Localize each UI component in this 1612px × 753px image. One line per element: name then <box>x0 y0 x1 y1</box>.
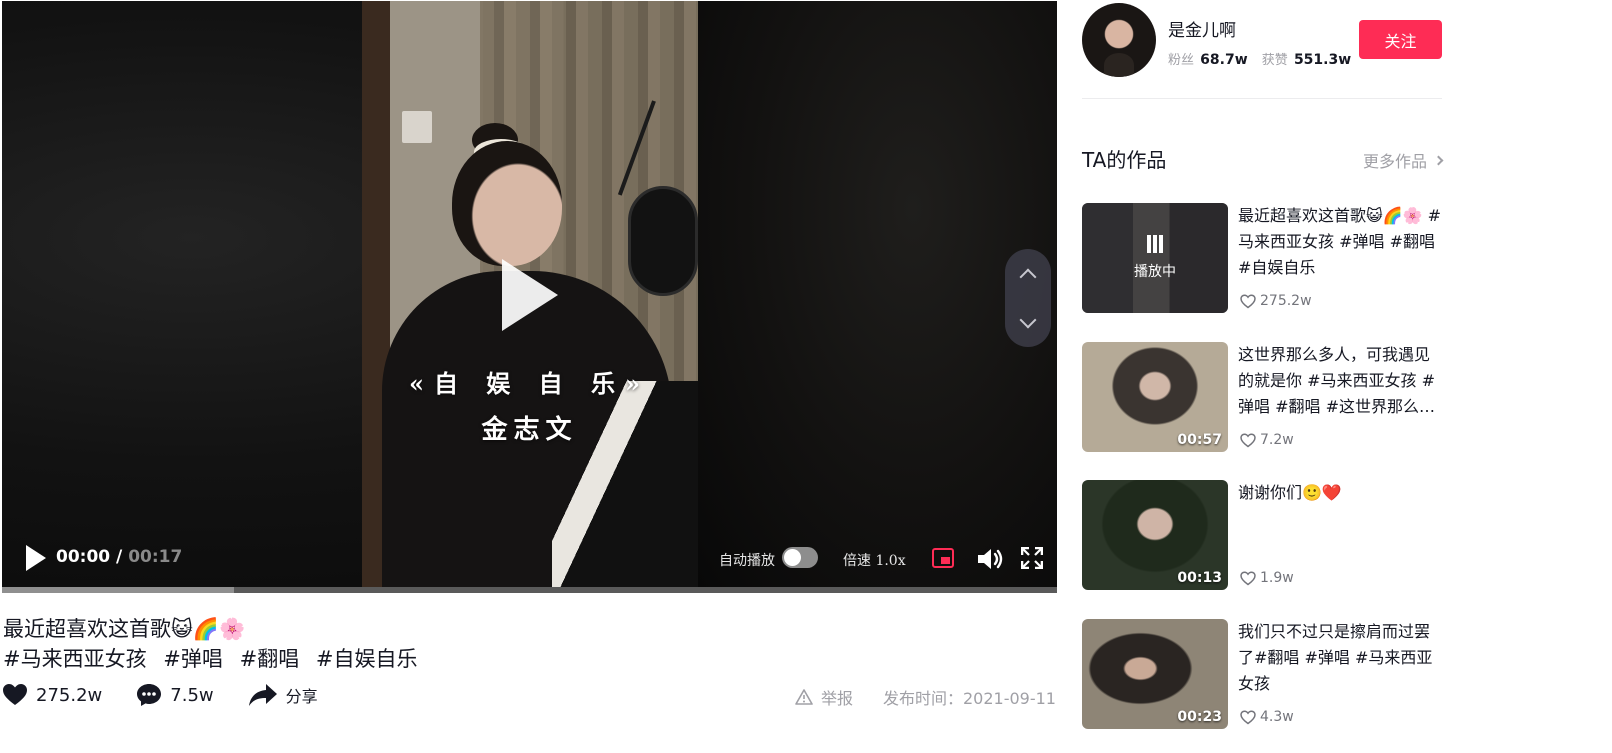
speed-value: 1.0x <box>875 553 906 569</box>
author-stats: 粉丝 68.7w 获赞 551.3w <box>1168 49 1361 68</box>
heart-icon <box>3 684 27 705</box>
work-item[interactable]: 00:23 我们只不过只是擦肩而过罢了#翻唱 #弹唱 #马来西亚女孩 4.3w <box>1082 619 1442 729</box>
video-background-right <box>697 1 1057 593</box>
work-thumbnail[interactable]: 00:13 <box>1082 480 1228 590</box>
hashtag-link[interactable]: #自娱自乐 <box>316 647 418 671</box>
hashtag-link[interactable]: #弹唱 <box>163 647 223 671</box>
work-likes: 1.9w <box>1240 570 1294 586</box>
caption-song-title: «自 娱 自 乐» <box>408 369 651 398</box>
work-thumbnail[interactable]: 00:57 <box>1082 342 1228 452</box>
chevron-right-icon <box>1433 155 1444 165</box>
work-duration: 00:57 <box>1177 432 1222 448</box>
work-thumbnail[interactable]: 00:23 <box>1082 619 1228 729</box>
follow-button[interactable]: 关注 <box>1359 20 1442 59</box>
previous-video-button[interactable] <box>1005 249 1051 298</box>
playback-speed-button[interactable]: 倍速 1.0x <box>843 550 906 570</box>
heart-outline-icon <box>1240 432 1256 447</box>
video-title: 最近超喜欢这首歌😺🌈🌸 <box>3 617 246 641</box>
more-works-link[interactable]: 更多作品 <box>1362 148 1444 172</box>
share-button[interactable]: 分享 <box>248 683 318 707</box>
publish-time: 发布时间：2021-09-11 <box>883 689 1056 708</box>
chevron-down-icon <box>1019 311 1037 328</box>
share-label: 分享 <box>285 687 318 706</box>
video-player[interactable]: «自 娱 自 乐» 金志文 00:00 / 00:17 自动播放 倍速 1.0x <box>2 1 1057 593</box>
time-display: 00:00 / 00:17 <box>56 547 182 567</box>
report-label: 举报 <box>820 689 853 708</box>
author-name[interactable]: 是金儿啊 <box>1168 16 1236 41</box>
work-likes: 275.2w <box>1240 293 1312 309</box>
autoplay-toggle[interactable] <box>782 547 818 568</box>
current-time: 00:00 <box>56 547 111 567</box>
like-button[interactable]: 275.2w <box>2 683 102 707</box>
scene-microphone <box>628 186 698 296</box>
action-bar: 275.2w 7.5w 分享 <box>2 680 352 710</box>
work-description[interactable]: 最近超喜欢这首歌😺🌈🌸 #马来西亚女孩 #弹唱 #翻唱 #自娱自乐 <box>1238 203 1443 281</box>
play-icon[interactable] <box>26 545 46 571</box>
toggle-knob <box>784 549 801 566</box>
heart-outline-icon <box>1240 709 1256 724</box>
pause-icon <box>1147 235 1163 253</box>
work-like-count: 1.9w <box>1260 570 1294 586</box>
chevron-up-icon <box>1019 268 1037 285</box>
post-meta: 举报 发布时间：2021-09-11 <box>795 685 1056 709</box>
work-item[interactable]: 00:13 谢谢你们🙂❤️ 1.9w <box>1082 480 1442 590</box>
share-icon <box>248 684 277 706</box>
work-duration: 00:13 <box>1177 570 1222 586</box>
work-item[interactable]: 00:57 这世界那么多人，可我遇见的就是你 #马来西亚女孩 #弹唱 #翻唱 #… <box>1082 342 1442 452</box>
progress-bar[interactable] <box>2 587 1057 593</box>
comment-button[interactable]: 7.5w <box>136 683 214 707</box>
scene-switch <box>402 111 432 143</box>
now-playing-overlay: 播放中 <box>1082 203 1228 313</box>
next-video-button[interactable] <box>1005 298 1051 347</box>
work-duration: 00:23 <box>1177 709 1222 725</box>
work-like-count: 7.2w <box>1260 432 1294 448</box>
work-like-count: 4.3w <box>1260 709 1294 725</box>
comment-icon <box>137 684 162 706</box>
more-works-label: 更多作品 <box>1362 152 1427 171</box>
works-header: TA的作品 更多作品 <box>1082 144 1444 173</box>
now-playing-label: 播放中 <box>1134 264 1176 280</box>
received-likes-count: 551.3w <box>1293 52 1352 68</box>
caption-artist: 金志文 <box>481 415 578 445</box>
center-play-icon[interactable] <box>502 259 558 331</box>
work-thumbnail[interactable]: 播放中 <box>1082 203 1228 313</box>
report-button[interactable]: 举报 <box>795 685 853 709</box>
player-controls: 00:00 / 00:17 自动播放 倍速 1.0x <box>2 531 1057 587</box>
video-caption: «自 娱 自 乐» 金志文 <box>2 364 1057 446</box>
video-tags: #马来西亚女孩 #弹唱 #翻唱 #自娱自乐 <box>3 645 428 673</box>
work-description[interactable]: 这世界那么多人，可我遇见的就是你 #马来西亚女孩 #弹唱 #翻唱 #这世界那么多… <box>1238 342 1443 420</box>
autoplay-label: 自动播放 <box>719 553 775 569</box>
like-count: 275.2w <box>36 684 103 706</box>
heart-outline-icon <box>1240 570 1256 585</box>
volume-icon[interactable] <box>976 547 1004 571</box>
picture-in-picture-icon[interactable] <box>932 548 954 568</box>
fans-label: 粉丝 <box>1168 53 1195 68</box>
fans-count: 68.7w <box>1200 52 1248 68</box>
hashtag-link[interactable]: #翻唱 <box>240 647 300 671</box>
progress-fill <box>2 587 235 593</box>
work-like-count: 275.2w <box>1260 293 1312 309</box>
time-separator: / <box>116 547 123 567</box>
author-card: 是金儿啊 粉丝 68.7w 获赞 551.3w 关注 <box>1082 3 1442 99</box>
hashtag-link[interactable]: #马来西亚女孩 <box>3 647 147 671</box>
heart-outline-icon <box>1240 293 1256 308</box>
scene-person-head <box>452 141 562 266</box>
avatar[interactable] <box>1082 3 1156 77</box>
warning-icon <box>795 689 813 705</box>
received-likes-label: 获赞 <box>1261 53 1288 68</box>
comment-count: 7.5w <box>170 684 214 706</box>
total-duration: 00:17 <box>128 547 183 567</box>
work-likes: 7.2w <box>1240 432 1294 448</box>
work-likes: 4.3w <box>1240 709 1294 725</box>
work-description[interactable]: 我们只不过只是擦肩而过罢了#翻唱 #弹唱 #马来西亚女孩 <box>1238 619 1443 697</box>
video-switcher <box>1005 249 1051 347</box>
work-item[interactable]: 播放中 最近超喜欢这首歌😺🌈🌸 #马来西亚女孩 #弹唱 #翻唱 #自娱自乐 27… <box>1082 203 1442 313</box>
speed-label: 倍速 <box>843 553 871 569</box>
fullscreen-icon[interactable] <box>1021 547 1043 569</box>
work-description[interactable]: 谢谢你们🙂❤️ <box>1238 480 1443 506</box>
